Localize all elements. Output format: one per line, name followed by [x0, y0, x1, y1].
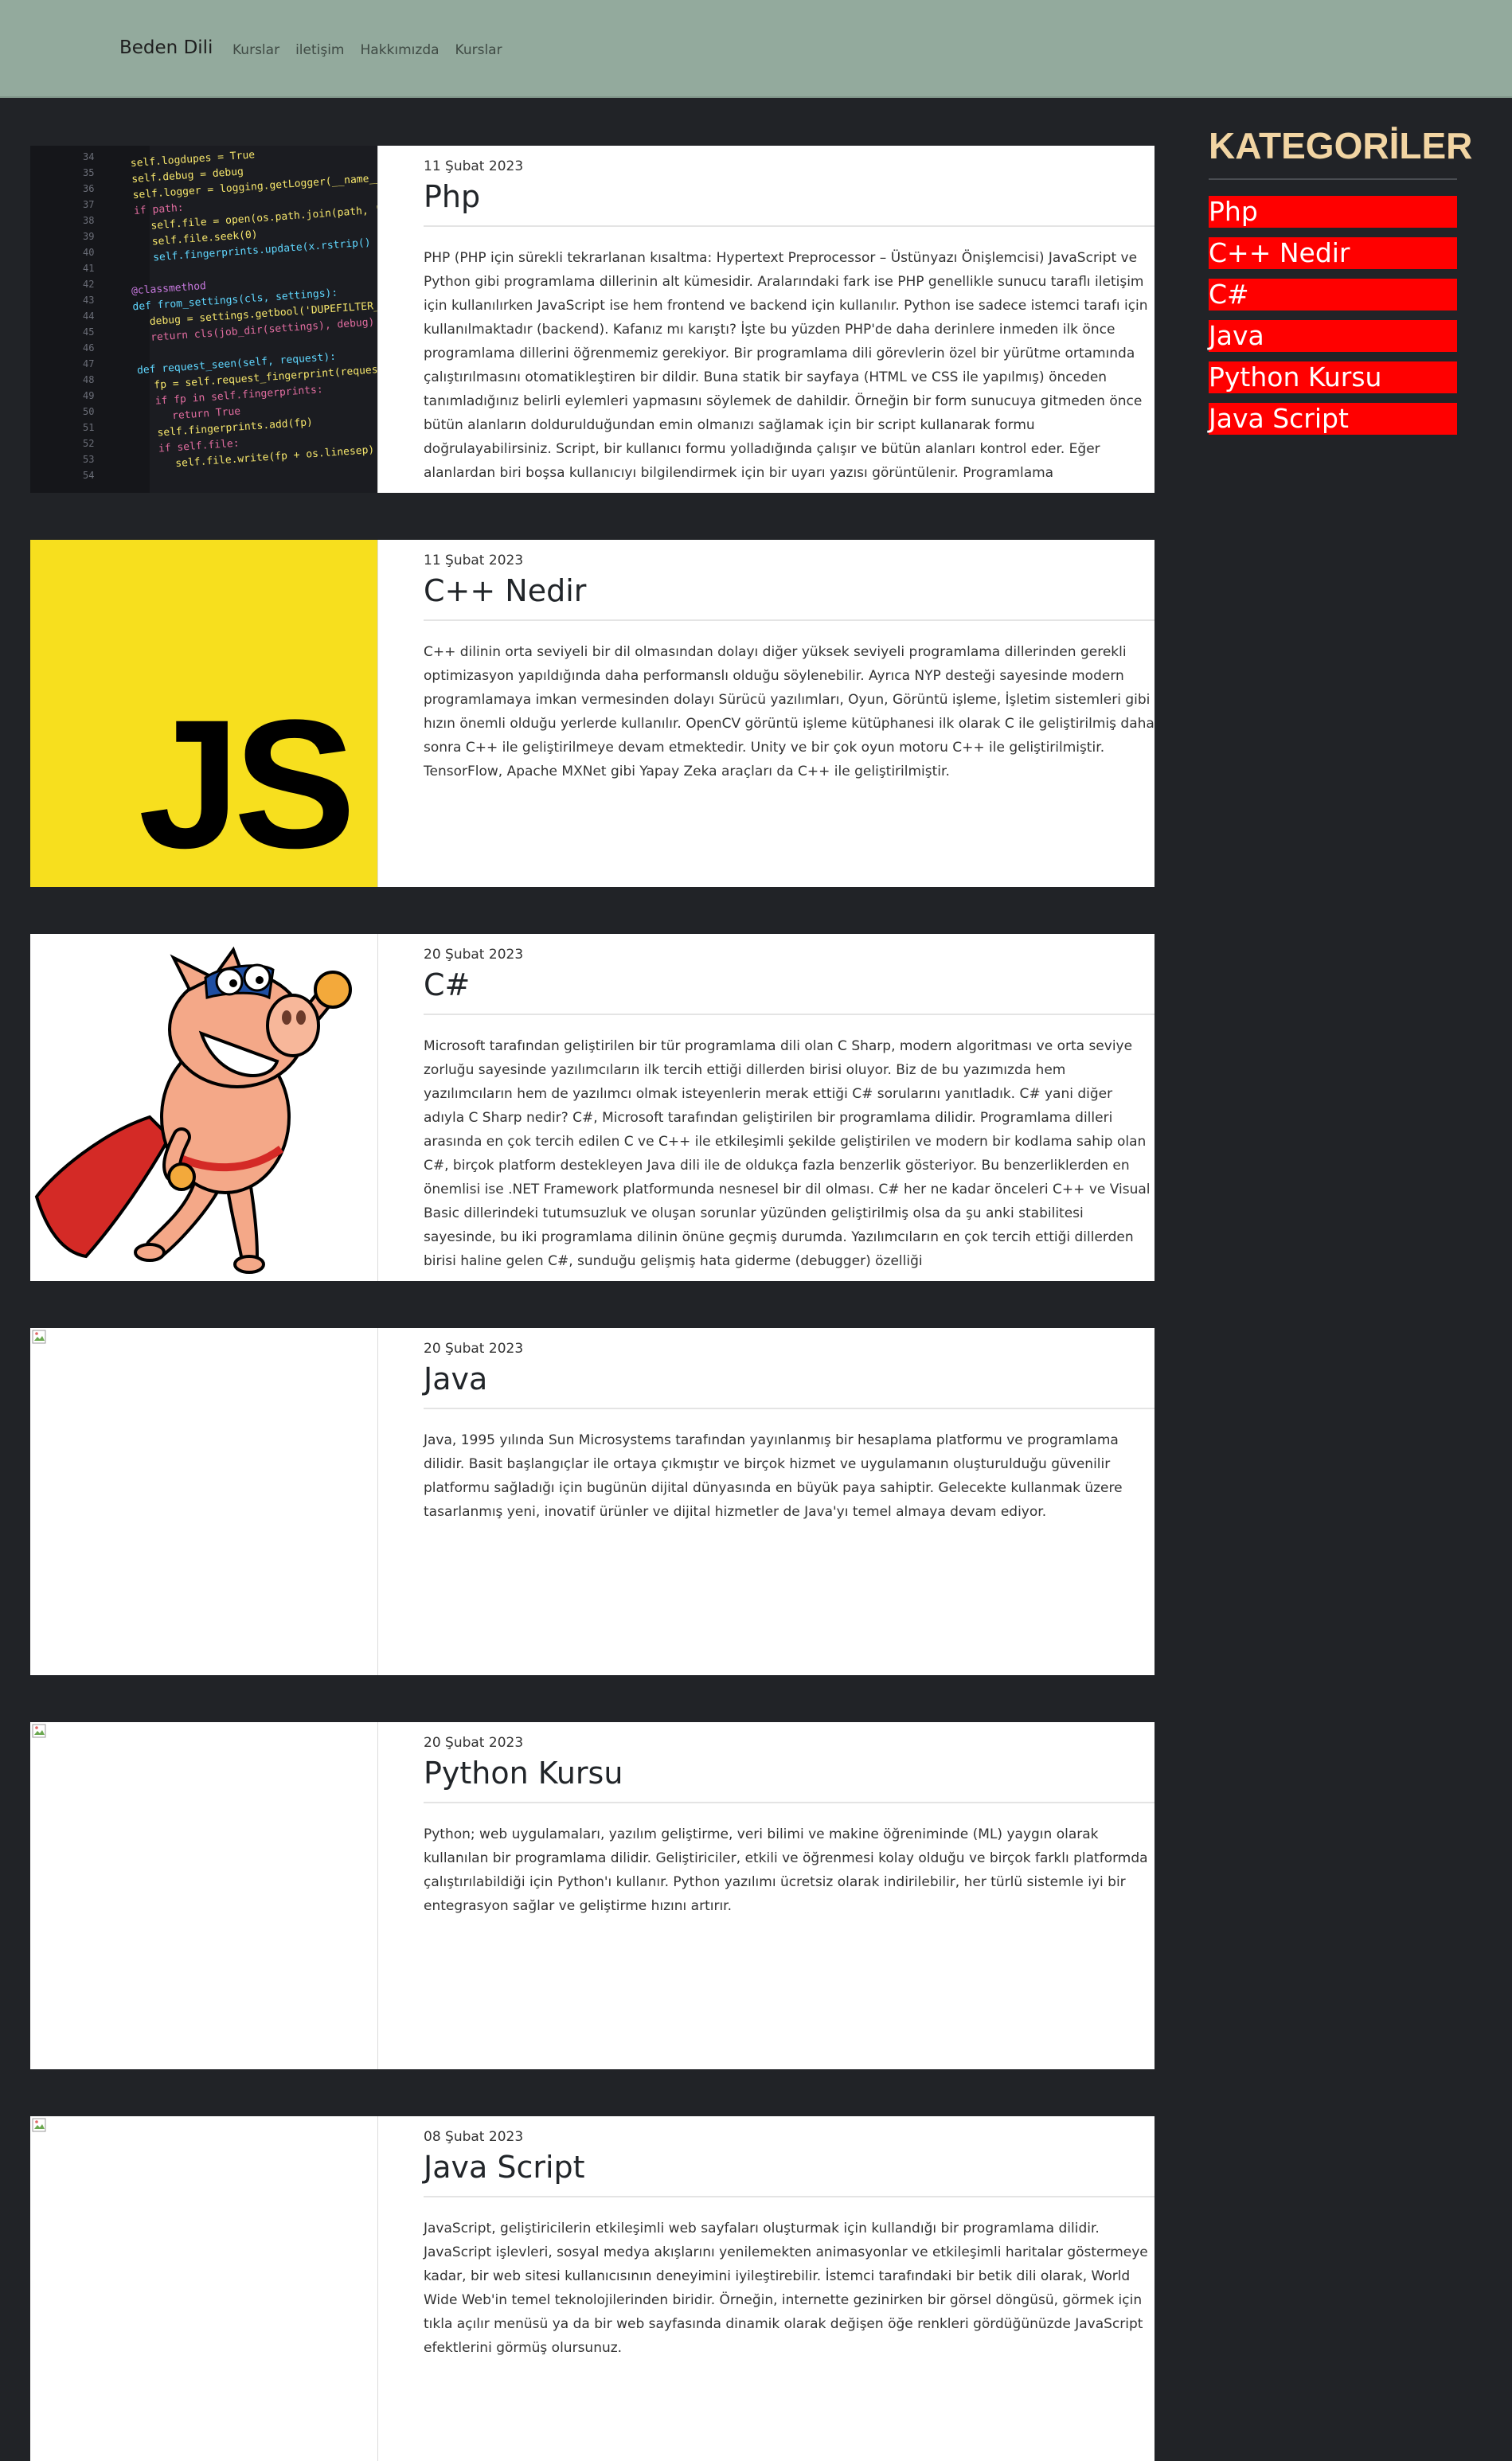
divider: [424, 1014, 1155, 1015]
post-body: 20 Şubat 2023 Python Kursu Python; web u…: [424, 1735, 1155, 1918]
svg-text:39: 39: [83, 231, 94, 242]
broken-image-icon: [32, 2118, 46, 2132]
post-excerpt: C++ dilinin orta seviyeli bir dil olması…: [424, 644, 1155, 779]
svg-text:46: 46: [83, 342, 94, 354]
post-card-cpp: JS 11 Şubat 2023 C++ Nedir C++ dilinin o…: [30, 540, 1155, 887]
brand-link[interactable]: Beden Dili: [119, 37, 213, 58]
post-image-broken[interactable]: [30, 1722, 378, 2069]
svg-text:49: 49: [83, 390, 94, 401]
svg-text:53: 53: [83, 454, 94, 465]
post-title[interactable]: Java: [424, 1358, 1155, 1400]
post-date: 20 Şubat 2023: [424, 1735, 524, 1751]
svg-text:44: 44: [83, 311, 94, 322]
post-body: 08 Şubat 2023 Java Script JavaScript, ge…: [424, 2129, 1155, 2360]
svg-text:48: 48: [83, 374, 94, 385]
divider: [424, 1408, 1155, 1409]
code-screenshot-image: 34 35 36 37 38 39 40 41 42 43 44 45 46 47 48 49 50 5…: [30, 146, 377, 493]
category-link-cpp[interactable]: C++ Nedir: [1209, 237, 1457, 269]
js-logo-icon: JS: [30, 540, 377, 887]
post-body: 20 Şubat 2023 C# Microsoft tarafından ge…: [424, 947, 1155, 1273]
post-card-php: 34 35 36 37 38 39 40 41 42 43 44 45 46 47 48 49 50 5…: [30, 146, 1155, 493]
post-card-csharp: 20 Şubat 2023 C# Microsoft tarafından ge…: [30, 934, 1155, 1281]
nav-link-hakkimizda[interactable]: Hakkımızda: [361, 42, 440, 58]
broken-image-icon: [32, 1330, 46, 1344]
nav-link-kurslar[interactable]: Kurslar: [232, 42, 279, 58]
post-card-javascript: 08 Şubat 2023 Java Script JavaScript, ge…: [30, 2116, 1155, 2461]
svg-text:43: 43: [83, 295, 94, 306]
post-image-pig[interactable]: [30, 934, 378, 1281]
post-body: 20 Şubat 2023 Java Java, 1995 yılında Su…: [424, 1341, 1155, 1524]
post-image-broken[interactable]: [30, 2116, 378, 2461]
svg-text:45: 45: [83, 326, 94, 338]
post-image-js-logo[interactable]: JS: [30, 540, 378, 887]
post-title[interactable]: Python Kursu: [424, 1752, 1155, 1794]
post-excerpt: PHP (PHP için sürekli tekrarlanan kısalt…: [424, 250, 1148, 481]
post-excerpt: JavaScript, geliştiricilerin etkileşimli…: [424, 2221, 1148, 2356]
category-list: Php C++ Nedir C# Java Python Kursu Java …: [1209, 196, 1457, 435]
post-title[interactable]: Java Script: [424, 2147, 1155, 2188]
nav-links: Kurslar iletişim Hakkımızda Kurslar: [232, 42, 502, 58]
superhero-pig-illustration: [30, 934, 377, 1281]
svg-text:42: 42: [83, 279, 94, 290]
svg-text:34: 34: [83, 151, 94, 162]
nav-link-iletisim[interactable]: iletişim: [295, 42, 344, 58]
category-link-csharp[interactable]: C#: [1209, 279, 1457, 311]
svg-text:35: 35: [83, 167, 94, 178]
divider: [424, 1802, 1155, 1803]
post-title[interactable]: C++ Nedir: [424, 570, 1155, 611]
svg-text:40: 40: [83, 247, 94, 258]
svg-text:50: 50: [83, 406, 94, 417]
post-excerpt: Microsoft tarafından geliştirilen bir tü…: [424, 1038, 1151, 1269]
post-excerpt: Java, 1995 yılında Sun Microsystems tara…: [424, 1432, 1123, 1520]
divider: [424, 2196, 1155, 2197]
broken-image-icon: [32, 1724, 46, 1738]
post-card-python: 20 Şubat 2023 Python Kursu Python; web u…: [30, 1722, 1155, 2069]
sidebar-categories: KATEGORİLER Php C++ Nedir C# Java Python…: [1209, 124, 1473, 444]
post-card-java: 20 Şubat 2023 Java Java, 1995 yılında Su…: [30, 1328, 1155, 1675]
svg-text:47: 47: [83, 358, 94, 369]
svg-text:52: 52: [83, 438, 94, 449]
post-image-code[interactable]: 34 35 36 37 38 39 40 41 42 43 44 45 46 47 48 49 50 5…: [30, 146, 378, 493]
post-date: 20 Şubat 2023: [424, 1341, 524, 1357]
post-image-broken[interactable]: [30, 1328, 378, 1675]
post-date: 20 Şubat 2023: [424, 947, 524, 963]
post-title[interactable]: C#: [424, 964, 1155, 1006]
svg-text:37: 37: [83, 199, 94, 210]
svg-text:38: 38: [83, 215, 94, 226]
svg-text:41: 41: [83, 263, 94, 274]
js-logo-text: JS: [138, 682, 356, 886]
category-link-python[interactable]: Python Kursu: [1209, 361, 1457, 393]
navbar: Beden Dili Kurslar iletişim Hakkımızda K…: [0, 0, 1512, 98]
divider: [424, 619, 1155, 621]
category-link-java[interactable]: Java: [1209, 320, 1457, 352]
post-date: 08 Şubat 2023: [424, 2129, 524, 2145]
divider: [424, 225, 1155, 227]
post-excerpt: Python; web uygulamaları, yazılım gelişt…: [424, 1826, 1148, 1914]
svg-text:51: 51: [83, 422, 94, 433]
nav-link-kurslar-2[interactable]: Kurslar: [455, 42, 502, 58]
category-link-php[interactable]: Php: [1209, 196, 1457, 228]
post-body: 11 Şubat 2023 Php PHP (PHP için sürekli …: [424, 158, 1155, 485]
post-title[interactable]: Php: [424, 176, 1155, 217]
svg-text:36: 36: [83, 183, 94, 194]
category-link-javascript[interactable]: Java Script: [1209, 403, 1457, 435]
post-body: 11 Şubat 2023 C++ Nedir C++ dilinin orta…: [424, 553, 1155, 783]
post-date: 11 Şubat 2023: [424, 158, 524, 174]
sidebar-title: KATEGORİLER: [1209, 125, 1473, 166]
divider: [1209, 178, 1457, 180]
svg-text:54: 54: [83, 470, 94, 481]
post-date: 11 Şubat 2023: [424, 553, 524, 568]
